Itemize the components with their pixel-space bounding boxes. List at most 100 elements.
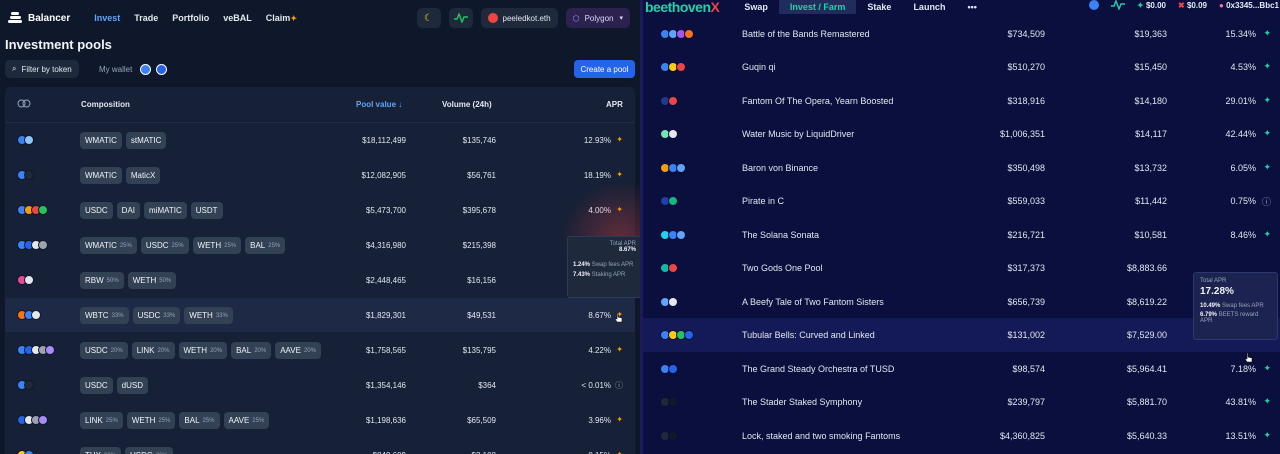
rewards-balance[interactable]: ✦ $0.00 <box>1137 1 1166 10</box>
token-tag[interactable]: USDT <box>190 202 223 219</box>
wallet-account-button[interactable]: peeledkot.eth <box>480 8 558 28</box>
nav-trade[interactable]: Trade <box>134 13 158 23</box>
token-tag[interactable]: WBTC 33% <box>80 307 129 324</box>
nav-launch[interactable]: Launch <box>902 0 956 14</box>
token-tag[interactable]: USDC <box>80 377 113 394</box>
token-tag[interactable]: LINK 25% <box>80 412 123 429</box>
token-tag[interactable]: BAL 20% <box>231 342 272 359</box>
token-tag[interactable]: BAL 25% <box>179 412 220 429</box>
token-tag[interactable]: AAVE 20% <box>275 342 321 359</box>
nav-portfolio[interactable]: Portfolio <box>172 13 209 23</box>
token-tag[interactable]: dUSD <box>116 377 149 394</box>
apr-sparkle-icon[interactable]: ✦ <box>616 415 623 424</box>
token-matic-icon[interactable] <box>156 63 168 75</box>
pool-row[interactable]: USDC dUSD $1,354,146 $364 < 0.01% ⓘ <box>5 368 635 402</box>
apr-sparkle-icon[interactable]: ✦ <box>1263 363 1271 374</box>
token-tag[interactable]: miMATIC <box>144 202 187 219</box>
token-tag[interactable]: USDC 25% <box>140 237 189 254</box>
pool-row[interactable]: Two Gods One Pool $317,373 $8,883.66 <box>643 251 1280 285</box>
theme-toggle-button[interactable]: ☾ <box>416 8 441 28</box>
pool-row[interactable]: The Grand Steady Orchestra of TUSD $98,57… <box>643 352 1280 386</box>
col-apr[interactable]: APR <box>606 100 623 109</box>
apr-sparkle-icon[interactable]: ✦ <box>616 345 623 354</box>
pool-row[interactable]: Pirate in C $559,033 $11,442 0.75% ⓘ <box>643 184 1280 218</box>
token-tag[interactable]: THX80% <box>80 447 122 454</box>
token-tag[interactable]: WMATIC <box>80 132 122 149</box>
token-tag[interactable]: AAVE 25% <box>223 412 270 429</box>
token-tag[interactable]: WETH 20% <box>178 342 228 359</box>
token-tag[interactable]: WMATIC <box>80 167 122 184</box>
pool-row[interactable]: THX80%USDC20%$849,609$2,1080.15%✦ <box>5 438 635 454</box>
token-tag[interactable]: USDC <box>80 202 113 219</box>
nav-invest[interactable]: Invest <box>94 13 120 23</box>
pool-row[interactable]: WMATIC stMATIC $18,112,499 $135,746 12.93% ✦ <box>5 123 635 157</box>
nav-vebal[interactable]: veBAL <box>223 13 252 23</box>
pool-apr: 42.44% <box>1225 129 1256 139</box>
apr-sparkle-icon[interactable]: ✦ <box>616 135 623 144</box>
network-selector[interactable]: ⬡ Polygon ▾ <box>565 8 630 28</box>
apr-info-icon[interactable]: ⓘ <box>615 380 623 391</box>
apr-sparkle-icon[interactable]: ✦ <box>1263 61 1271 72</box>
apr-sparkle-icon[interactable]: ✦ <box>616 450 623 454</box>
nav-more[interactable]: ••• <box>956 0 987 14</box>
apr-sparkle-icon[interactable]: ✦ <box>1263 128 1271 139</box>
pool-row[interactable]: Tubular Bells: Curved and Linked $131,002… <box>643 318 1280 352</box>
pool-row[interactable]: USDCDAImiMATICUSDT$5,473,700$395,6784.00… <box>5 193 635 227</box>
activity-icon[interactable] <box>1111 0 1126 10</box>
token-tag[interactable]: WETH 50% <box>127 272 177 289</box>
pool-row[interactable]: Fantom Of The Opera, Yearn Boosted $318,9… <box>643 84 1280 118</box>
pool-row[interactable]: Water Music by LiquidDriver $1,006,351 $14… <box>643 117 1280 151</box>
pool-row[interactable]: Battle of the Bands Remastered $734,509 $1… <box>643 17 1280 51</box>
pool-row[interactable]: A Beefy Tale of Two Fantom Sisters $656,7… <box>643 285 1280 319</box>
network-icon[interactable] <box>1089 0 1100 10</box>
col-volume[interactable]: Volume (24h) <box>442 100 492 109</box>
create-pool-button[interactable]: Create a pool <box>574 60 635 78</box>
pool-row[interactable]: WMATIC MaticX $12,082,905 $56,761 18.19% ✦ <box>5 158 635 192</box>
token-tag[interactable]: BAL 25% <box>245 237 286 254</box>
nav-claim[interactable]: Claim✦ <box>266 13 297 23</box>
apr-sparkle-icon[interactable]: ✦ <box>1263 95 1271 106</box>
token-tag[interactable]: MaticX <box>125 167 161 184</box>
pool-row[interactable]: The Stader Staked Symphony $239,797 $5,881… <box>643 385 1280 419</box>
apr-sparkle-icon[interactable]: ✦ <box>1263 229 1271 240</box>
nav-invest-farm[interactable]: Invest / Farm <box>778 0 857 14</box>
token-tag[interactable]: USDC 33% <box>132 307 181 324</box>
nav-stake[interactable]: Stake <box>856 0 902 14</box>
token-tag[interactable]: USDC20% <box>80 342 128 359</box>
activity-button[interactable] <box>448 8 473 28</box>
pool-row[interactable]: The Solana Sonata $216,721 $10,581 8.46% ✦ <box>643 218 1280 252</box>
pool-row[interactable]: Lock, staked and two smoking Fantoms $4,3… <box>643 419 1280 453</box>
pool-row[interactable]: LINK 25% WETH 25% BAL 25% AAVE 25% $1,198,636 $65… <box>5 403 635 437</box>
token-tag[interactable]: WETH 25% <box>192 237 242 254</box>
pool-row[interactable]: Guqin qi $510,270 $15,450 4.53% ✦ <box>643 50 1280 84</box>
pool-tvl: $656,739 <box>1007 296 1045 307</box>
token-usdc-icon[interactable] <box>140 63 152 75</box>
token-tag[interactable]: WETH 33% <box>184 307 233 324</box>
col-pool-value[interactable]: Pool value ↓ <box>356 100 402 109</box>
apr-info-icon[interactable]: ⓘ <box>1262 195 1271 208</box>
pool-row[interactable]: WBTC 33% USDC 33% WETH 33% $1,829,301 $49,531 8.… <box>5 298 635 332</box>
apr-sparkle-icon[interactable]: ✦ <box>616 170 623 179</box>
beets-balance[interactable]: ✖ $0.09 <box>1178 1 1207 10</box>
pool-row[interactable]: Baron von Binance $350,498 $13,732 6.05% ✦ <box>643 151 1280 185</box>
pool-row[interactable]: RBW 50% WETH 50% $2,448,465 $16,156 <box>5 263 635 297</box>
nav-swap[interactable]: Swap <box>733 0 779 14</box>
apr-sparkle-icon[interactable]: ✦ <box>1263 28 1271 39</box>
apr-sparkle-icon[interactable]: ✦ <box>1263 162 1271 173</box>
my-wallet-filter[interactable]: My wallet <box>99 60 168 78</box>
pool-row[interactable]: WMATIC 25% USDC 25% WETH 25% BAL 25% $4,316,980 $… <box>5 228 635 262</box>
beethoven-logo[interactable]: beethovenX <box>645 0 720 15</box>
pool-row[interactable]: USDC 20% LINK 20% WETH 20% BAL 20% AAVE 20% $1,758… <box>5 333 635 367</box>
token-tag[interactable]: stMATIC <box>125 132 167 149</box>
token-tag[interactable]: LINK 20% <box>131 342 175 359</box>
apr-sparkle-icon[interactable]: ✦ <box>1263 396 1271 407</box>
token-tag[interactable]: DAI <box>116 202 141 219</box>
filter-by-token-button[interactable]: ⌕ Filter by token <box>5 60 79 78</box>
balancer-logo[interactable]: Balancer <box>8 12 70 24</box>
token-tag[interactable]: WETH 25% <box>126 412 176 429</box>
token-tag[interactable]: WMATIC 25% <box>80 237 137 254</box>
account-button[interactable]: ● 0x3345...Bbc1 <box>1219 1 1279 10</box>
token-tag[interactable]: USDC20% <box>125 447 173 454</box>
token-tag[interactable]: RBW 50% <box>80 272 124 289</box>
apr-sparkle-icon[interactable]: ✦ <box>1263 430 1271 441</box>
